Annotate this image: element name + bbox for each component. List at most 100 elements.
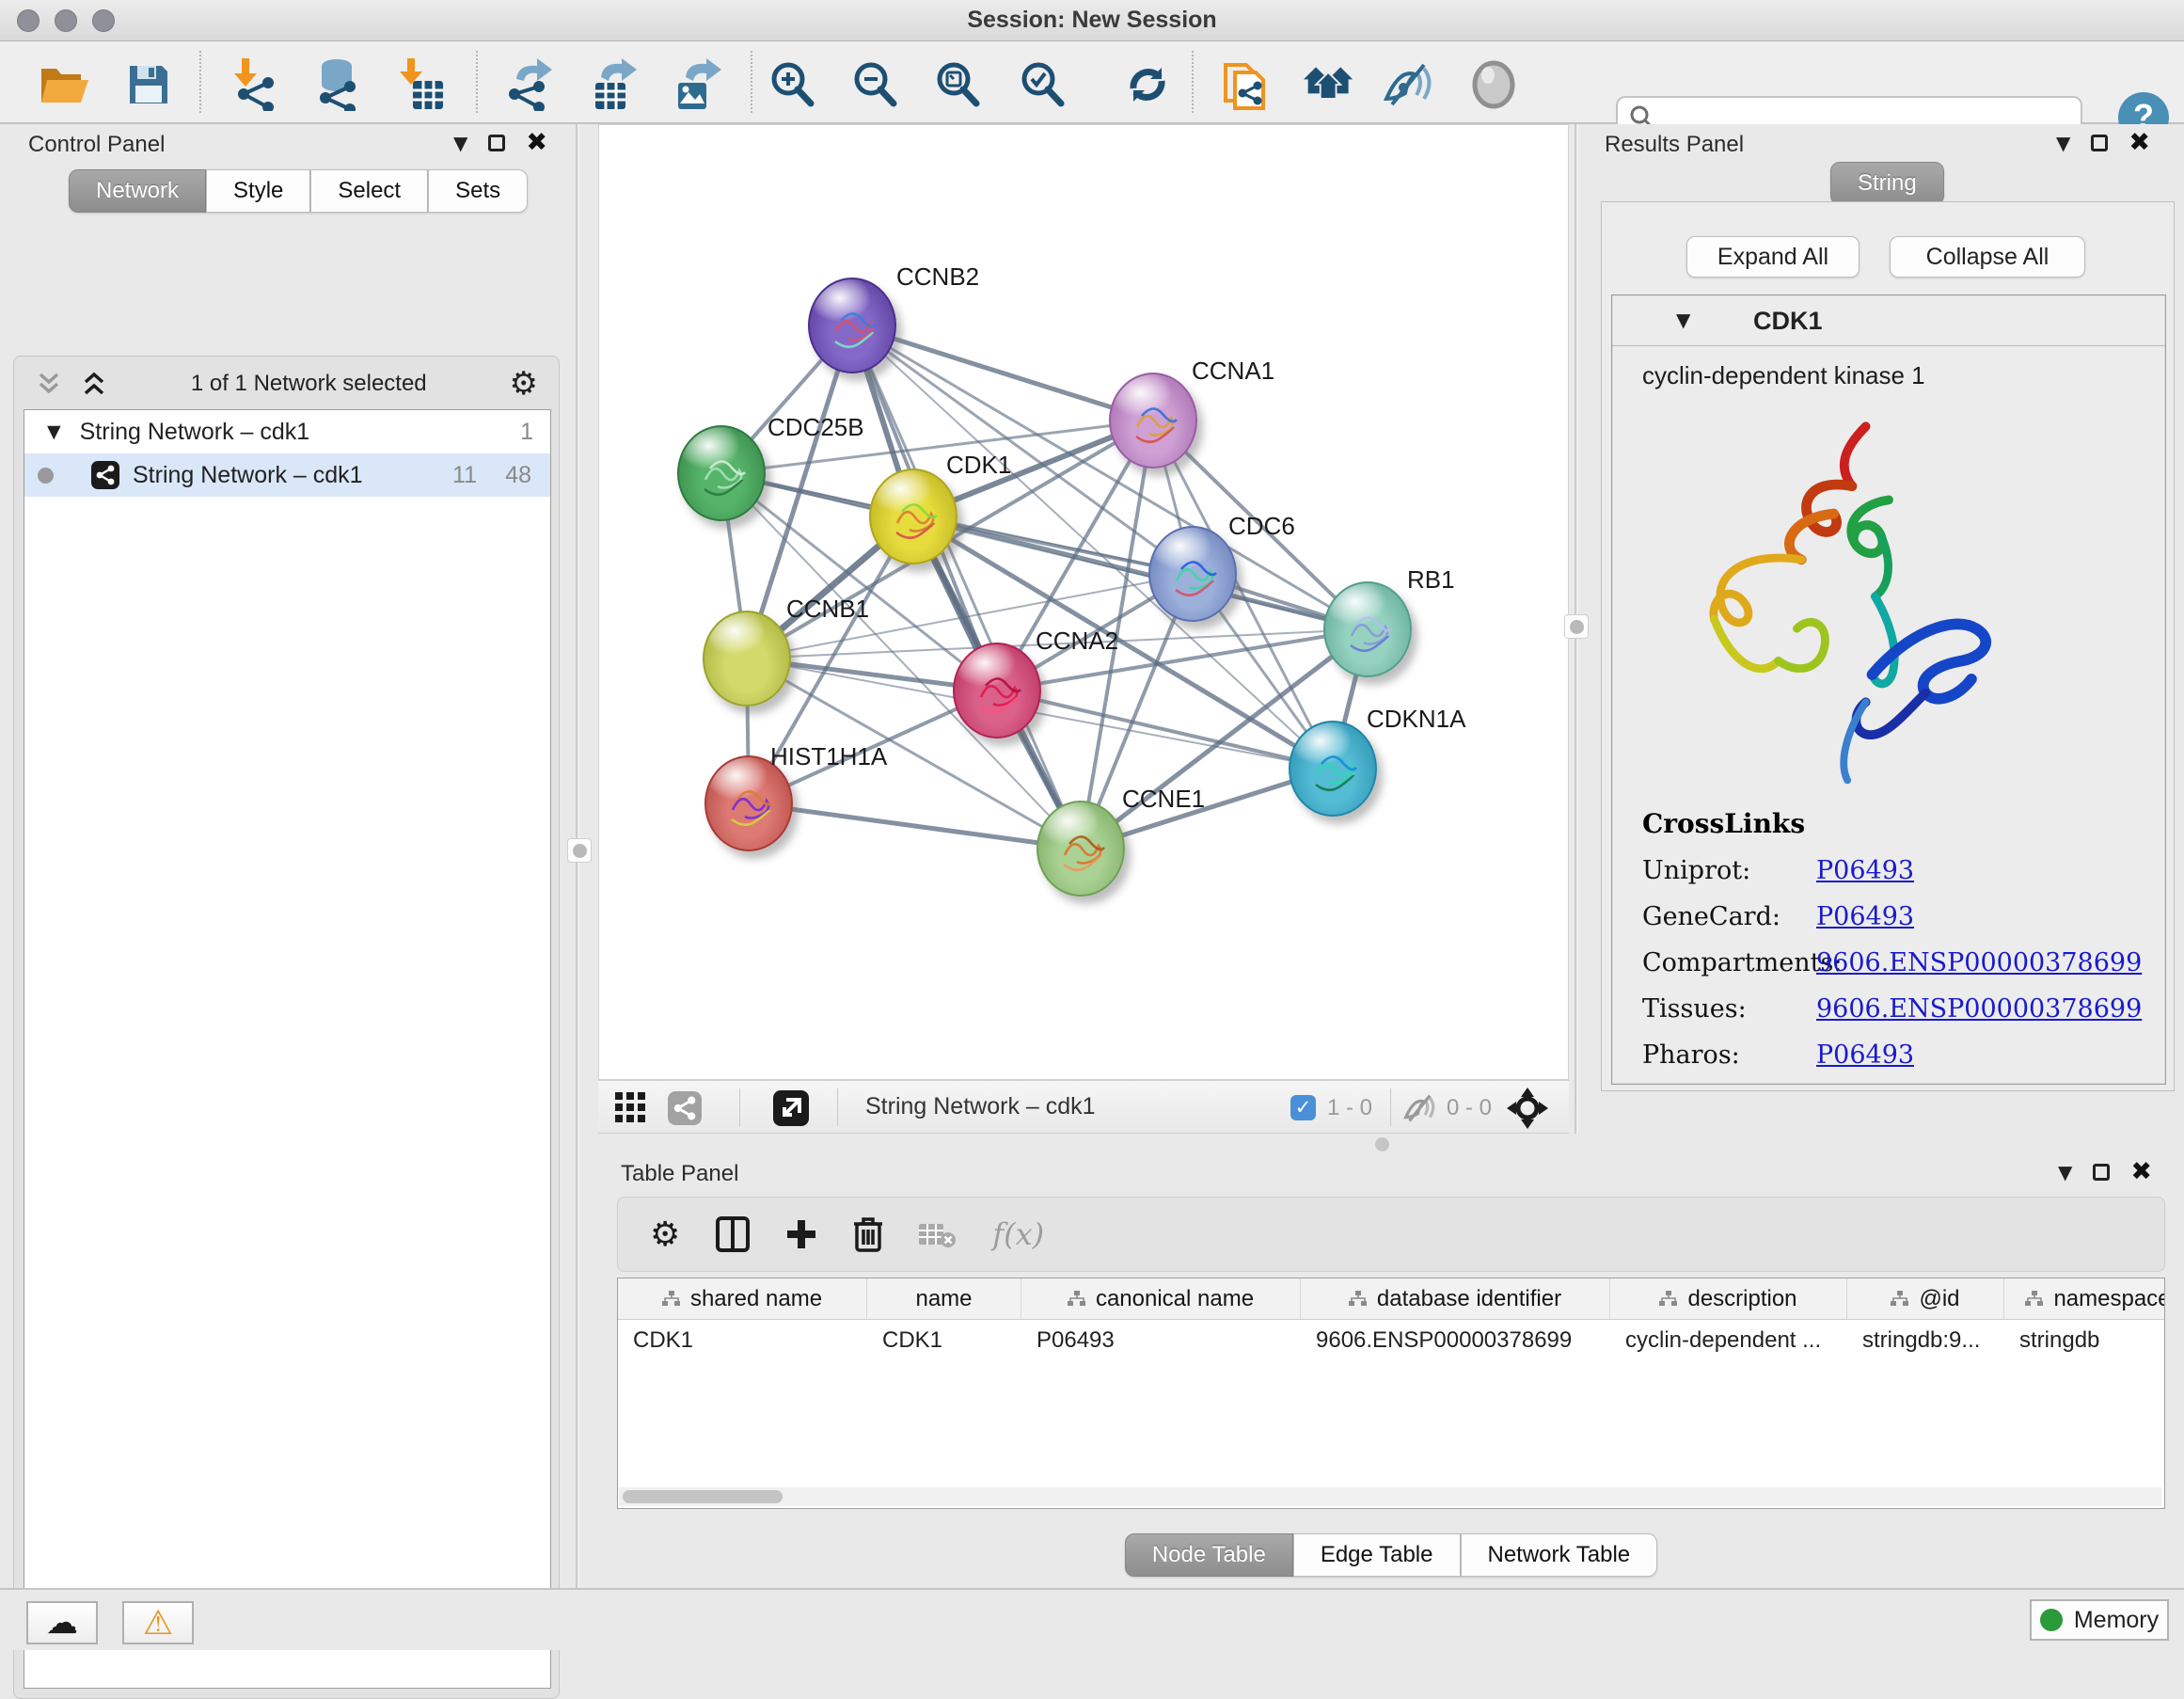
network-node-CCNA2[interactable] [953, 643, 1041, 738]
lens-icon[interactable] [1467, 58, 1520, 111]
selected-checkbox[interactable]: ✓ [1290, 1095, 1316, 1120]
panel-menu-icon[interactable]: ▼ [2056, 132, 2070, 154]
network-node-CDC6[interactable] [1148, 526, 1237, 622]
network-edge[interactable] [997, 691, 1333, 769]
open-session-icon[interactable] [38, 58, 90, 111]
network-node-CDC25B[interactable] [677, 425, 766, 521]
crosslink-link[interactable]: P06493 [1816, 856, 1914, 885]
network-canvas[interactable]: CCNB2CCNA1CDC25BCDK1CDC6RB1CCNB1CCNA2CDK… [598, 124, 1569, 1080]
expand-all-icon[interactable] [80, 371, 108, 397]
table-cell[interactable]: CDK1 [867, 1320, 1021, 1361]
network-edge[interactable] [749, 803, 1081, 849]
clone-network-icon[interactable] [1221, 58, 1274, 111]
tab-node-table[interactable]: Node Table [1125, 1533, 1293, 1577]
column-header-@id[interactable]: @id [1847, 1278, 2004, 1319]
detach-view-icon[interactable] [773, 1090, 809, 1126]
tab-network[interactable]: Network [69, 169, 206, 213]
add-icon[interactable] [785, 1218, 817, 1250]
grid-icon[interactable] [615, 1092, 647, 1124]
network-node-CDKN1A[interactable] [1289, 721, 1377, 817]
table-cell[interactable]: CDK1 [618, 1320, 867, 1361]
network-node-RB1[interactable] [1323, 581, 1412, 677]
export-table-icon[interactable] [587, 58, 640, 111]
scrollbar-thumb[interactable] [623, 1490, 783, 1503]
window-zoom-button[interactable] [92, 9, 115, 32]
tab-sets[interactable]: Sets [428, 169, 528, 213]
network-edge[interactable] [913, 516, 1368, 629]
warning-button[interactable]: ⚠ [122, 1601, 194, 1644]
panel-close-icon[interactable]: ✖ [526, 134, 547, 152]
import-database-icon[interactable] [310, 58, 363, 111]
crosslink-link[interactable]: P06493 [1816, 1040, 1914, 1070]
network-node-CCNA1[interactable] [1109, 373, 1197, 468]
memory-button[interactable]: Memory [2030, 1599, 2169, 1641]
table-splitter[interactable] [598, 1134, 2184, 1155]
panel-float-icon[interactable] [2091, 135, 2108, 151]
table-cell[interactable]: P06493 [1021, 1320, 1301, 1361]
tab-style[interactable]: Style [206, 169, 310, 213]
zoom-out-icon[interactable] [848, 58, 901, 111]
network-node-CCNB2[interactable] [808, 278, 896, 373]
network-collection-row[interactable]: ▼ String Network – cdk1 1 [24, 410, 550, 453]
gene-card-header[interactable]: ▼ CDK1 [1612, 295, 2165, 346]
column-header-database-identifier[interactable]: database identifier [1301, 1278, 1610, 1319]
crosslink-link[interactable]: 9606.ENSP00000378699 [1816, 948, 2142, 977]
columns-icon[interactable] [716, 1216, 750, 1252]
panel-close-icon[interactable]: ✖ [2129, 134, 2150, 152]
table-cell[interactable]: 9606.ENSP00000378699 [1301, 1320, 1610, 1361]
control-splitter-handle[interactable] [567, 838, 592, 863]
share-icon[interactable] [668, 1091, 702, 1125]
collapse-triangle-icon[interactable]: ▼ [47, 421, 61, 442]
export-network-icon[interactable] [502, 58, 555, 111]
collapse-all-icon[interactable] [35, 371, 63, 397]
table-cell[interactable]: stringdb [2004, 1320, 2165, 1361]
birdseye-icon[interactable] [1507, 1088, 1548, 1129]
panel-close-icon[interactable]: ✖ [2130, 1163, 2152, 1182]
node-table[interactable]: shared namenamecanonical namedatabase id… [617, 1278, 2165, 1509]
table-cell[interactable]: stringdb:9... [1847, 1320, 2004, 1361]
cloud-button[interactable]: ☁ [26, 1601, 98, 1644]
table-splitter-handle[interactable] [1375, 1137, 1389, 1151]
import-table-icon[interactable] [395, 58, 448, 111]
network-node-CCNB1[interactable] [703, 611, 791, 707]
gear-icon[interactable]: ⚙ [650, 1215, 680, 1254]
tab-edge-table[interactable]: Edge Table [1293, 1533, 1461, 1577]
window-close-button[interactable] [17, 9, 40, 32]
panel-float-icon[interactable] [2093, 1164, 2110, 1181]
table-row[interactable]: CDK1CDK1P064939606.ENSP00000378699cyclin… [618, 1320, 2164, 1361]
function-icon[interactable]: f(x) [992, 1216, 1044, 1252]
zoom-in-icon[interactable] [766, 58, 818, 111]
column-header-description[interactable]: description [1610, 1278, 1847, 1319]
network-node-CDK1[interactable] [869, 468, 957, 564]
zoom-fit-icon[interactable] [931, 58, 984, 111]
column-header-namespace[interactable]: namespace [2004, 1278, 2165, 1319]
delete-icon[interactable] [853, 1216, 883, 1252]
collapse-triangle-icon[interactable]: ▼ [1676, 309, 1690, 331]
network-node-CCNE1[interactable] [1037, 801, 1125, 897]
show-all-networks-icon[interactable] [1304, 58, 1356, 111]
refresh-icon[interactable] [1121, 58, 1174, 111]
import-network-icon[interactable] [229, 58, 282, 111]
table-cell[interactable]: cyclin-dependent ... [1610, 1320, 1847, 1361]
zoom-selected-icon[interactable] [1016, 58, 1068, 111]
export-image-icon[interactable] [670, 58, 722, 111]
crosslink-link[interactable]: P06493 [1816, 902, 1914, 931]
column-header-name[interactable]: name [867, 1278, 1021, 1319]
crosslink-link[interactable]: 9606.ENSP00000378699 [1816, 994, 2142, 1024]
collapse-all-button[interactable]: Collapse All [1890, 236, 2085, 278]
tab-select[interactable]: Select [310, 169, 428, 213]
network-row[interactable]: String Network – cdk1 11 48 [24, 453, 550, 497]
gear-icon[interactable]: ⚙ [510, 370, 538, 398]
panel-float-icon[interactable] [488, 135, 505, 151]
table-hscrollbar[interactable] [619, 1487, 2161, 1506]
hidden-eye-icon[interactable] [1403, 1093, 1437, 1123]
hide-panels-icon[interactable] [1383, 58, 1435, 111]
save-session-icon[interactable] [122, 58, 175, 111]
tab-network-table[interactable]: Network Table [1461, 1533, 1658, 1577]
window-minimize-button[interactable] [55, 9, 77, 32]
column-header-canonical-name[interactable]: canonical name [1021, 1278, 1301, 1319]
expand-all-button[interactable]: Expand All [1686, 236, 1860, 278]
panel-menu-icon[interactable]: ▼ [453, 132, 467, 154]
delete-table-icon[interactable] [919, 1220, 957, 1248]
panel-menu-icon[interactable]: ▼ [2058, 1161, 2072, 1183]
